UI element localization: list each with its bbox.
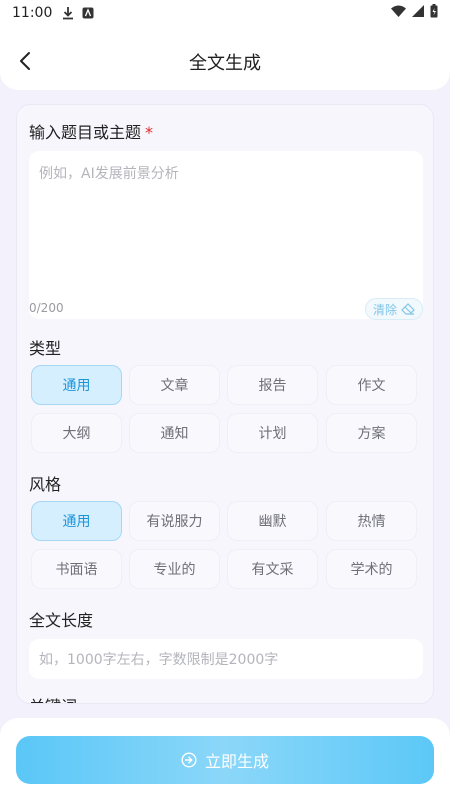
topic-label-text: 输入题目或主题 xyxy=(29,123,142,142)
length-input[interactable]: 如，1000字左右，字数限制是2000字 xyxy=(29,639,423,679)
length-label: 全文长度 xyxy=(29,611,94,630)
topic-placeholder: 例如，AI发展前景分析 xyxy=(39,166,179,182)
type-option-outline[interactable]: 大纲 xyxy=(31,413,122,453)
generate-button[interactable]: 立即生成 xyxy=(16,736,434,784)
clear-label: 清除 xyxy=(372,302,397,317)
type-option-notice[interactable]: 通知 xyxy=(129,413,220,453)
bottom-action-bar: 立即生成 xyxy=(0,718,450,800)
char-count: 0/200 xyxy=(29,301,64,315)
style-option-academic[interactable]: 学术的 xyxy=(326,549,417,589)
keywords-label: 关键词 xyxy=(29,693,77,703)
type-option-general[interactable]: 通用 xyxy=(31,365,122,405)
battery-icon xyxy=(430,4,438,22)
status-bar: 11:00 xyxy=(0,0,450,26)
topic-input[interactable]: 例如，AI发展前景分析 xyxy=(29,151,423,319)
type-option-report[interactable]: 报告 xyxy=(227,365,318,405)
type-option-article[interactable]: 文章 xyxy=(129,365,220,405)
form-card: 输入题目或主题 * 例如，AI发展前景分析 0/200 清除 类型 通用 文章 报… xyxy=(16,104,434,704)
notification-app-icon xyxy=(82,7,94,19)
download-icon xyxy=(62,6,74,20)
length-placeholder: 如，1000字左右，字数限制是2000字 xyxy=(39,652,279,668)
app-header: 全文生成 xyxy=(0,26,450,90)
style-option-general[interactable]: 通用 xyxy=(31,501,122,541)
style-option-professional[interactable]: 专业的 xyxy=(129,549,220,589)
type-label: 类型 xyxy=(29,339,62,358)
style-option-persuasive[interactable]: 有说服力 xyxy=(129,501,220,541)
style-option-written[interactable]: 书面语 xyxy=(31,549,122,589)
wifi-icon xyxy=(391,5,406,21)
arrow-circle-icon xyxy=(181,752,197,768)
style-label: 风格 xyxy=(29,475,62,494)
style-option-literary[interactable]: 有文采 xyxy=(227,549,318,589)
type-option-plan[interactable]: 计划 xyxy=(227,413,318,453)
style-option-enthusiastic[interactable]: 热情 xyxy=(326,501,417,541)
status-time: 11:00 xyxy=(12,5,53,21)
type-option-scheme[interactable]: 方案 xyxy=(326,413,417,453)
page-title: 全文生成 xyxy=(189,53,261,74)
clear-button[interactable]: 清除 xyxy=(365,298,423,320)
required-mark: * xyxy=(145,123,154,142)
type-option-essay[interactable]: 作文 xyxy=(326,365,417,405)
signal-icon xyxy=(412,5,424,21)
generate-label: 立即生成 xyxy=(204,752,269,771)
style-option-humorous[interactable]: 幽默 xyxy=(227,501,318,541)
topic-label: 输入题目或主题 * xyxy=(29,119,153,143)
eraser-icon xyxy=(401,303,415,315)
